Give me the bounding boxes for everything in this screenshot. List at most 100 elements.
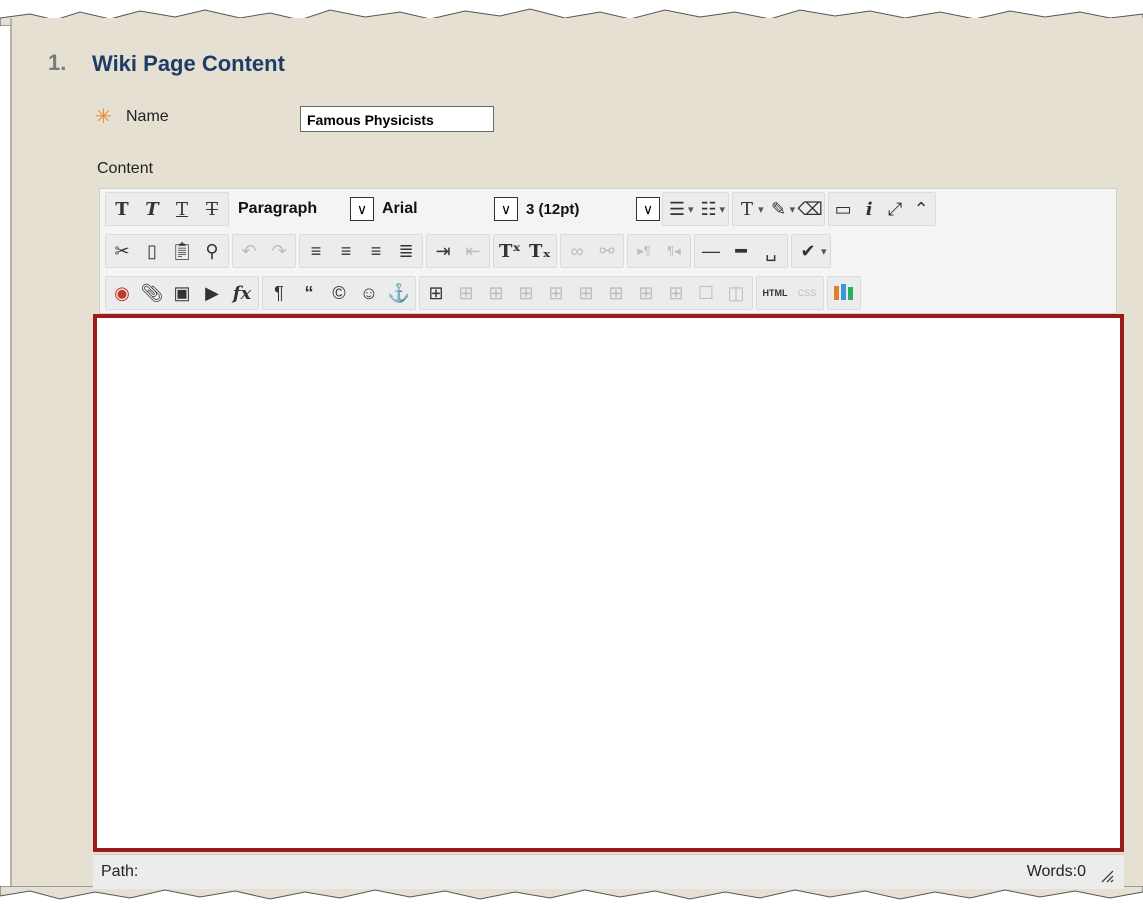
content-editor-area[interactable] [93, 314, 1124, 852]
insert-group: ◉ 📎︎ ▣ ▶ fx [105, 276, 259, 310]
spellcheck-icon[interactable]: ✔ [793, 236, 823, 266]
text-color-icon[interactable]: T [734, 194, 760, 224]
html-button[interactable]: HTML [758, 278, 792, 308]
table-col-after-icon[interactable]: ⊞ [571, 278, 601, 308]
dropdown-arrow-icon[interactable]: ▾ [821, 245, 827, 258]
italic-icon[interactable]: T [137, 194, 167, 224]
split-cells-icon[interactable]: ◫ [721, 278, 751, 308]
name-label: Name [126, 108, 169, 125]
subscript-icon[interactable]: Tₓ [525, 236, 555, 266]
blockquote-icon[interactable]: “ [294, 278, 324, 308]
script-group: Tˣ Tₓ [493, 234, 557, 268]
nonbreaking-space-icon[interactable]: ␣ [756, 236, 786, 266]
collapse-toolbar-icon[interactable]: ⌃ [908, 194, 934, 224]
unlink-icon[interactable]: ⚯ [592, 236, 622, 266]
redo-icon[interactable]: ↷ [264, 236, 294, 266]
paragraph-select-value: Paragraph [238, 200, 318, 217]
anchor-icon[interactable]: ⚓ [384, 278, 414, 308]
css-button[interactable]: CSS [792, 278, 822, 308]
superscript-icon[interactable]: Tˣ [495, 236, 525, 266]
path-label: Path: [101, 863, 139, 880]
paste-icon[interactable]: 📋︎ [167, 236, 197, 266]
dropdown-arrow-icon[interactable]: ▾ [790, 203, 796, 216]
table-delete-row-icon[interactable]: ⊞ [511, 278, 541, 308]
outdent-icon[interactable]: ⇤ [458, 236, 488, 266]
align-right-icon[interactable]: ≡ [361, 236, 391, 266]
table-col-before-icon[interactable]: ⊞ [541, 278, 571, 308]
strikethrough-icon[interactable]: T [197, 194, 227, 224]
chevron-down-icon: ∨ [636, 197, 660, 221]
view-group: ▭ i ⤢ ⌃ [828, 192, 937, 226]
content-label: Content [97, 160, 154, 177]
bold-icon[interactable]: T [107, 194, 137, 224]
clipboard-group: ✂ ▯ 📋︎ ⚲ [105, 234, 229, 268]
table-delete-col-icon[interactable]: ⊞ [601, 278, 631, 308]
link-group: ∞ ⚯ [560, 234, 624, 268]
align-left-icon[interactable]: ≡ [301, 236, 331, 266]
horizontal-rule-icon[interactable]: — [696, 236, 726, 266]
cut-icon[interactable]: ✂ [107, 236, 137, 266]
table-icon[interactable]: ⊞ [421, 278, 451, 308]
indent-icon[interactable]: ⇥ [428, 236, 458, 266]
code-group: HTML CSS [756, 276, 824, 310]
name-input[interactable]: Famous Physicists [300, 106, 494, 132]
indent-group: ⇥ ⇤ [426, 234, 490, 268]
emoticon-icon[interactable]: ☺ [354, 278, 384, 308]
dropdown-arrow-icon[interactable]: ▾ [758, 203, 764, 216]
info-icon[interactable]: i [856, 194, 882, 224]
toolbar-row-2: ✂ ▯ 📋︎ ⚲ ↶ ↷ ≡ ≡ ≡ ≣ ⇥ ⇤ Tˣ Tₓ ∞ ⚯ ▸¶ ¶◂… [105, 233, 834, 269]
attach-file-icon[interactable]: 📎︎ [137, 278, 167, 308]
copyright-icon[interactable]: © [324, 278, 354, 308]
dropdown-arrow-icon[interactable]: ▾ [720, 203, 726, 216]
font-select-value: Arial [382, 200, 418, 217]
color-group: T ▾ ✎ ▾ ⌫ [732, 192, 826, 226]
rtl-icon[interactable]: ¶◂ [659, 236, 689, 266]
mashups-palette-icon[interactable] [829, 278, 859, 308]
mashup-icon[interactable]: ◉ [107, 278, 137, 308]
rule-group: — ━ ␣ [694, 234, 788, 268]
paragraph-select[interactable]: Paragraph ∨ [234, 195, 374, 223]
thick-rule-icon[interactable]: ━ [726, 236, 756, 266]
dropdown-arrow-icon[interactable]: ▾ [688, 203, 694, 216]
history-group: ↶ ↷ [232, 234, 296, 268]
word-count: Words:0 [1026, 863, 1086, 880]
highlight-icon[interactable]: ✎ [766, 194, 792, 224]
font-select[interactable]: Arial ∨ [378, 195, 518, 223]
find-icon[interactable]: ⚲ [197, 236, 227, 266]
underline-icon[interactable]: T [167, 194, 197, 224]
editor-status-bar: Path: Words:0 [93, 854, 1124, 889]
fullscreen-icon[interactable]: ⤢ [882, 194, 908, 224]
ltr-icon[interactable]: ▸¶ [629, 236, 659, 266]
image-icon[interactable]: ▣ [167, 278, 197, 308]
asterisk-icon: ✳ [95, 106, 112, 128]
table-group: ⊞ ⊞ ⊞ ⊞ ⊞ ⊞ ⊞ ⊞ ⊞ ☐ ◫ [419, 276, 753, 310]
table-row-props-icon[interactable]: ⊞ [661, 278, 691, 308]
bullet-list-icon[interactable]: ☰ [664, 194, 690, 224]
size-select[interactable]: 3 (12pt) ∨ [522, 195, 660, 223]
spellcheck-group: ✔ ▾ [791, 234, 831, 268]
section-title: Wiki Page Content [92, 51, 285, 76]
align-group: ≡ ≡ ≡ ≣ [299, 234, 423, 268]
math-formula-icon[interactable]: fx [227, 278, 257, 308]
copy-icon[interactable]: ▯ [137, 236, 167, 266]
editor-toolbar: T T T T Paragraph ∨ Arial ∨ 3 (12pt) ∨ ☰… [99, 188, 1117, 314]
merge-cells-icon[interactable]: ☐ [691, 278, 721, 308]
align-center-icon[interactable]: ≡ [331, 236, 361, 266]
eraser-icon[interactable]: ⌫ [797, 194, 823, 224]
align-justify-icon[interactable]: ≣ [391, 236, 421, 266]
link-icon[interactable]: ∞ [562, 236, 592, 266]
preview-icon[interactable]: ▭ [830, 194, 856, 224]
toolbar-row-3: ◉ 📎︎ ▣ ▶ fx ¶ “ © ☺ ⚓ ⊞ ⊞ ⊞ ⊞ ⊞ ⊞ ⊞ ⊞ ⊞ … [105, 275, 864, 311]
chevron-down-icon: ∨ [350, 197, 374, 221]
pilcrow-icon[interactable]: ¶ [264, 278, 294, 308]
undo-icon[interactable]: ↶ [234, 236, 264, 266]
list-group: ☰ ▾ ☷ ▾ [662, 192, 730, 226]
torn-edge-bottom [0, 886, 1143, 900]
table-row-after-icon[interactable]: ⊞ [481, 278, 511, 308]
media-icon[interactable]: ▶ [197, 278, 227, 308]
chevron-down-icon: ∨ [494, 197, 518, 221]
resize-grip-icon[interactable] [1100, 869, 1114, 883]
table-row-before-icon[interactable]: ⊞ [451, 278, 481, 308]
table-cell-props-icon[interactable]: ⊞ [631, 278, 661, 308]
numbered-list-icon[interactable]: ☷ [696, 194, 722, 224]
